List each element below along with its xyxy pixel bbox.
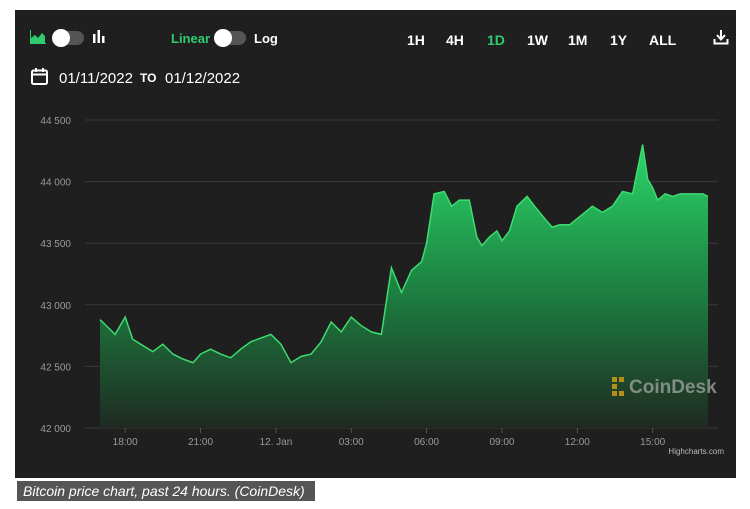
toggle-knob xyxy=(214,29,232,47)
x-tick-label: 03:00 xyxy=(339,437,364,448)
bar-chart-icon[interactable] xyxy=(92,29,106,43)
image-caption: Bitcoin price chart, past 24 hours. (Coi… xyxy=(17,481,315,501)
x-tick-label: 09:00 xyxy=(489,437,514,448)
calendar-icon[interactable] xyxy=(31,68,48,85)
y-tick-label: 43 000 xyxy=(40,301,71,312)
x-tick-label: 06:00 xyxy=(414,437,439,448)
range-button-all[interactable]: ALL xyxy=(649,32,676,48)
x-tick-label: 12. Jan xyxy=(259,437,292,448)
y-tick-label: 43 500 xyxy=(40,239,71,250)
y-tick-label: 42 000 xyxy=(40,424,71,435)
range-button-1d[interactable]: 1D xyxy=(487,32,505,48)
x-tick-label: 15:00 xyxy=(640,437,665,448)
x-tick-label: 21:00 xyxy=(188,437,213,448)
log-scale-label[interactable]: Log xyxy=(254,31,278,46)
scale-toggle[interactable] xyxy=(214,29,246,47)
range-button-4h[interactable]: 4H xyxy=(446,32,464,48)
watermark-text: CoinDesk xyxy=(629,377,717,398)
date-from[interactable]: 01/11/2022 xyxy=(59,70,133,87)
price-chart: 42 000 42 500 43 000 43 500 44 000 44 500 18:… xyxy=(40,116,724,456)
x-tick-label: 18:00 xyxy=(113,437,138,448)
date-to[interactable]: 01/12/2022 xyxy=(165,70,240,87)
x-tick-label: 12:00 xyxy=(565,437,590,448)
y-tick-label: 42 500 xyxy=(40,362,71,373)
y-tick-label: 44 500 xyxy=(40,116,71,127)
area-chart-icon[interactable] xyxy=(30,30,46,44)
range-button-1h[interactable]: 1H xyxy=(407,32,425,48)
range-button-1y[interactable]: 1Y xyxy=(610,32,627,48)
linear-scale-label[interactable]: Linear xyxy=(171,31,210,46)
chart-type-toggle[interactable] xyxy=(52,29,84,47)
download-icon[interactable] xyxy=(713,29,729,45)
range-button-1m[interactable]: 1M xyxy=(568,32,587,48)
highcharts-credit[interactable]: Highcharts.com xyxy=(668,447,724,456)
range-button-1w[interactable]: 1W xyxy=(527,32,548,48)
date-separator: TO xyxy=(140,71,157,85)
toggle-knob xyxy=(52,29,70,47)
y-tick-label: 44 000 xyxy=(40,178,71,189)
